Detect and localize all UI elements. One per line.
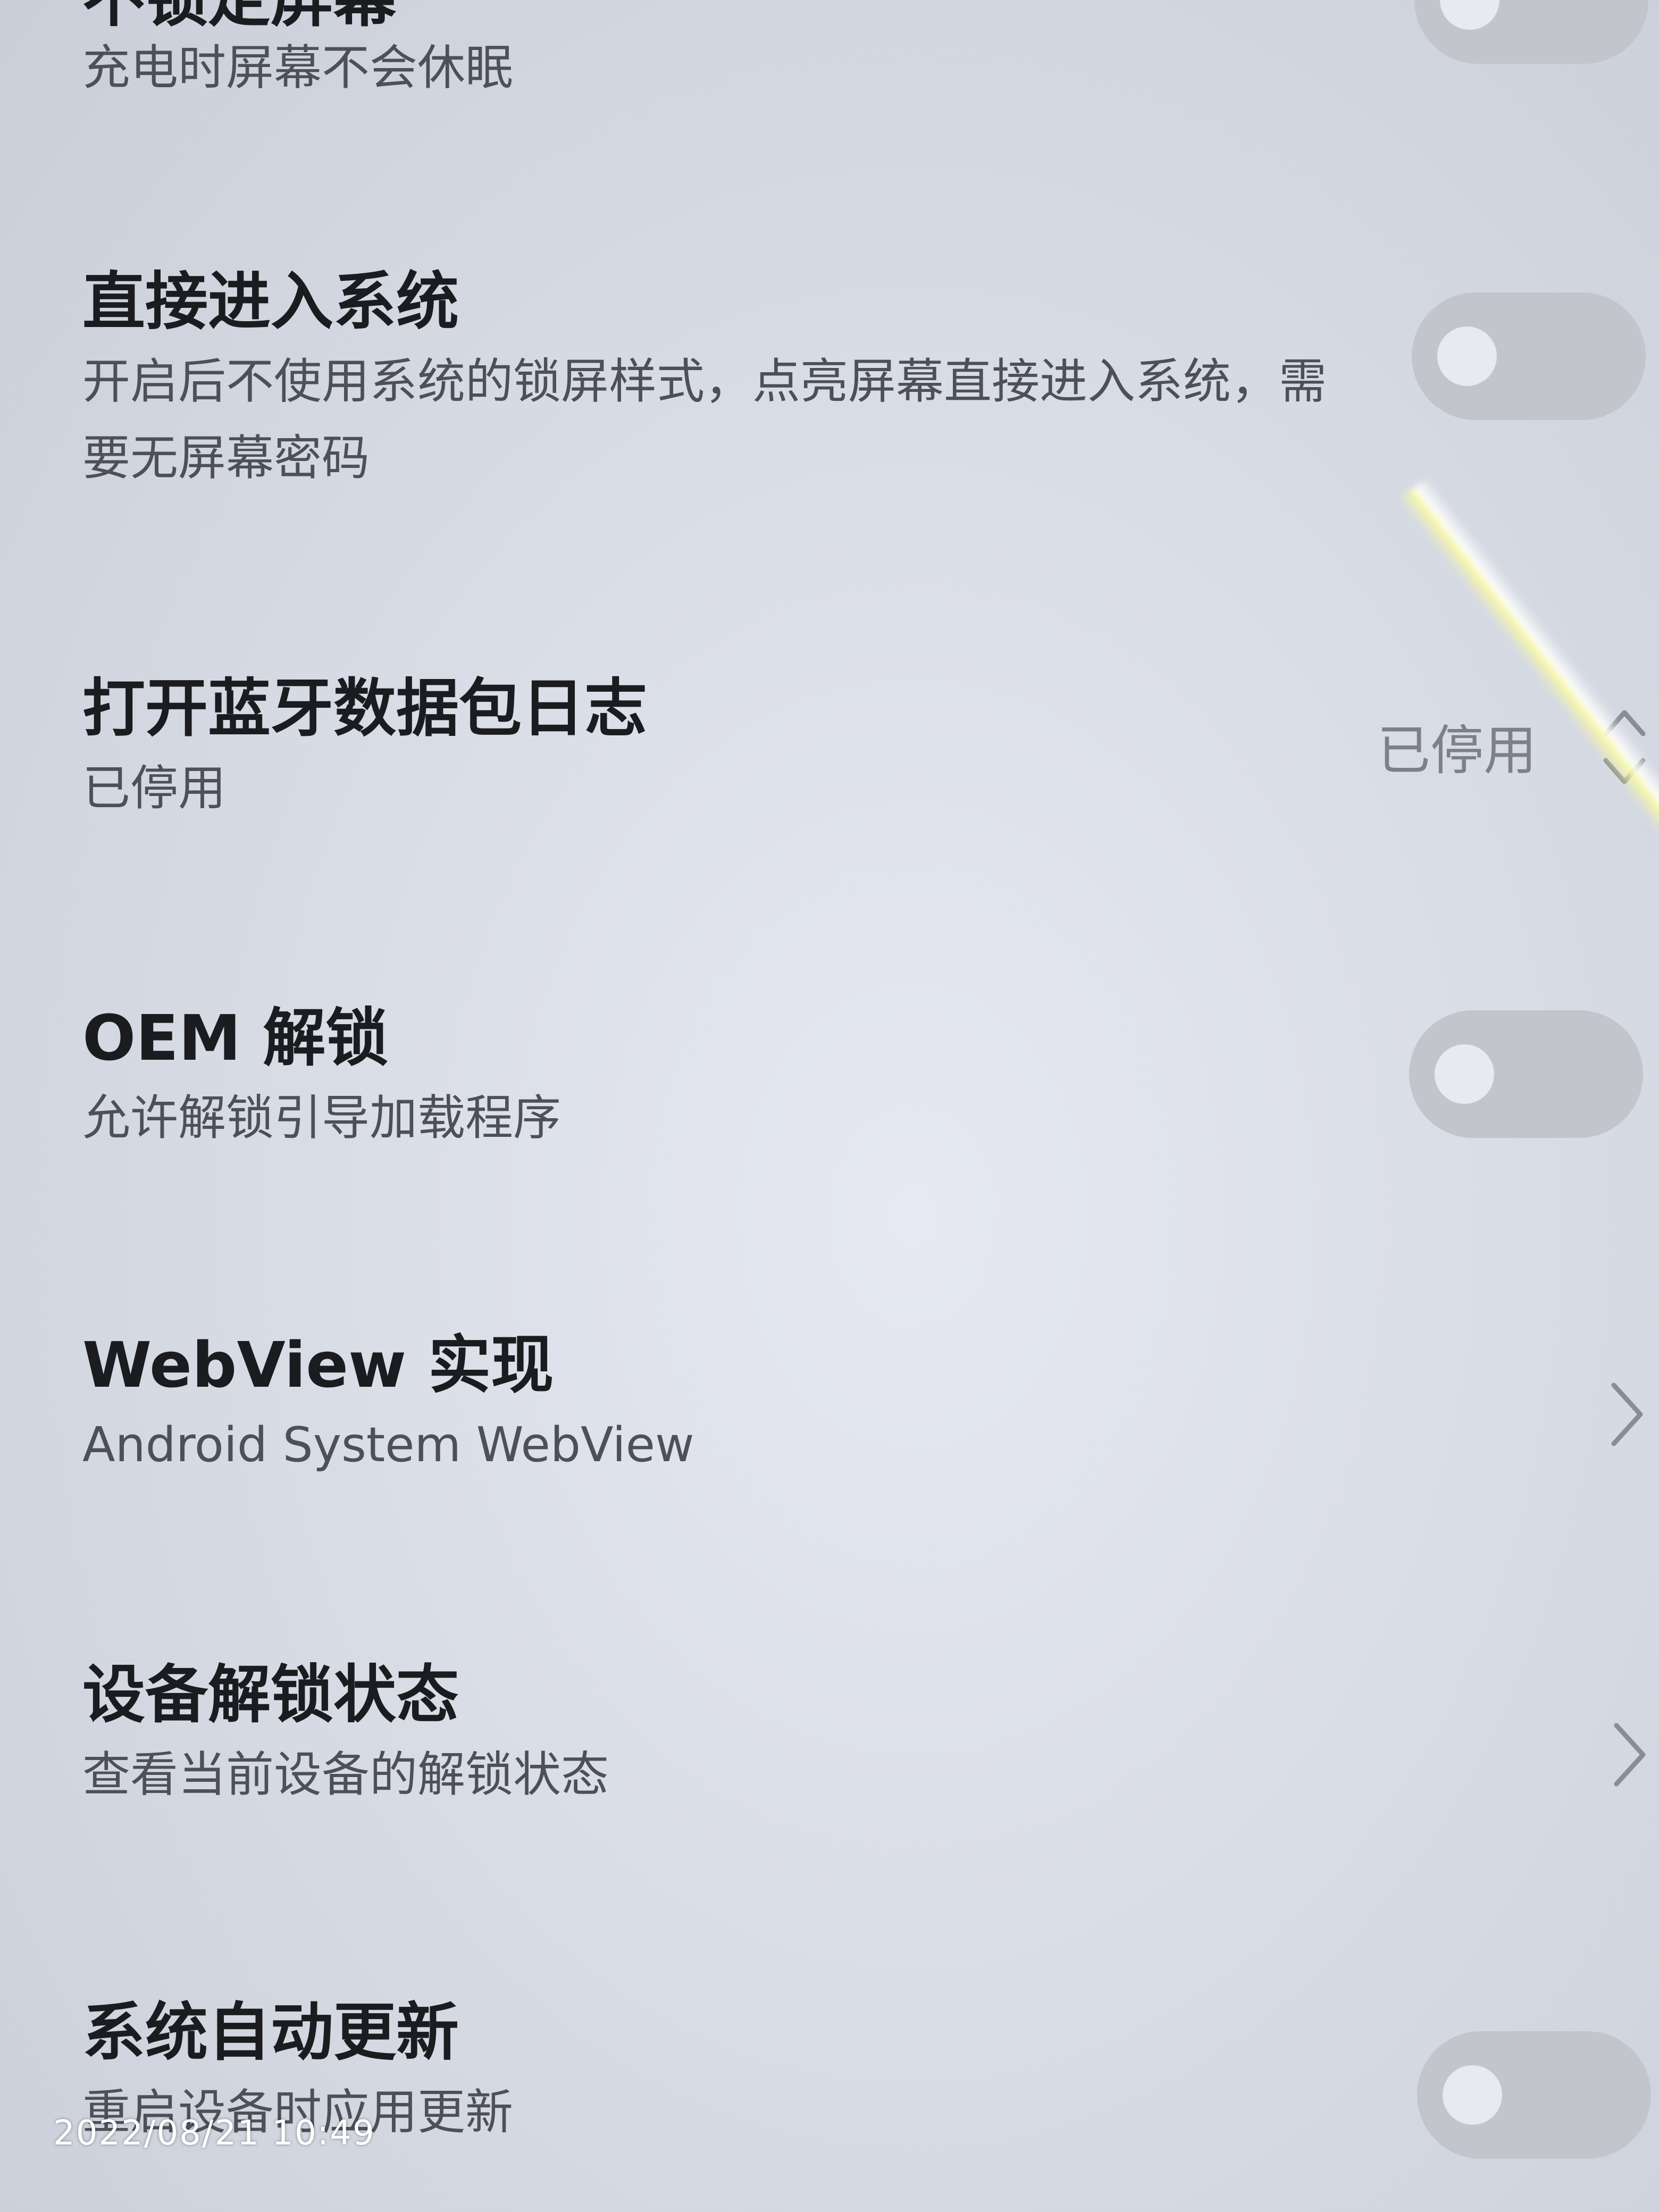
switch-knob xyxy=(1443,2065,1502,2125)
setting-subtitle: 充电时屏幕不会休眠 xyxy=(82,39,513,96)
setting-subtitle: 允许解锁引导加载程序 xyxy=(82,1090,561,1146)
setting-device-unlock-status[interactable]: 设备解锁状态 查看当前设备的解锁状态 xyxy=(82,1658,1656,1813)
oem-unlock-switch[interactable] xyxy=(1409,1010,1643,1138)
setting-webview-implementation[interactable]: WebView 实现 Android System WebView xyxy=(82,1329,1656,1484)
bt-log-value[interactable]: 已停用 xyxy=(1377,707,1537,784)
system-auto-update-switch[interactable] xyxy=(1417,2031,1651,2159)
developer-options-screen: 不锁定屏幕 充电时屏幕不会休眠 直接进入系统 开启后不使用系统的锁屏样式，点亮屏… xyxy=(0,0,1659,2212)
setting-title: 设备解锁状态 xyxy=(82,1658,459,1731)
setting-subtitle: 开启后不使用系统的锁屏样式，点亮屏幕直接进入系统，需要无屏幕密码 xyxy=(82,353,1327,486)
stay-awake-switch[interactable] xyxy=(1414,0,1648,64)
setting-subtitle: Android System WebView xyxy=(82,1417,694,1473)
setting-subtitle: 已停用 xyxy=(82,760,226,816)
chevron-right-icon xyxy=(1614,1723,1646,1787)
switch-knob xyxy=(1435,1044,1494,1104)
chevron-right-icon xyxy=(1611,1382,1643,1446)
setting-title: 系统自动更新 xyxy=(82,1996,459,2069)
setting-title: WebView 实现 xyxy=(82,1328,554,1402)
timestamp-watermark: 2022/08/21 10:49 xyxy=(53,2114,375,2153)
setting-subtitle: 查看当前设备的解锁状态 xyxy=(82,1746,609,1803)
switch-knob xyxy=(1437,326,1497,386)
switch-knob xyxy=(1440,0,1499,30)
direct-boot-switch[interactable] xyxy=(1412,292,1646,420)
